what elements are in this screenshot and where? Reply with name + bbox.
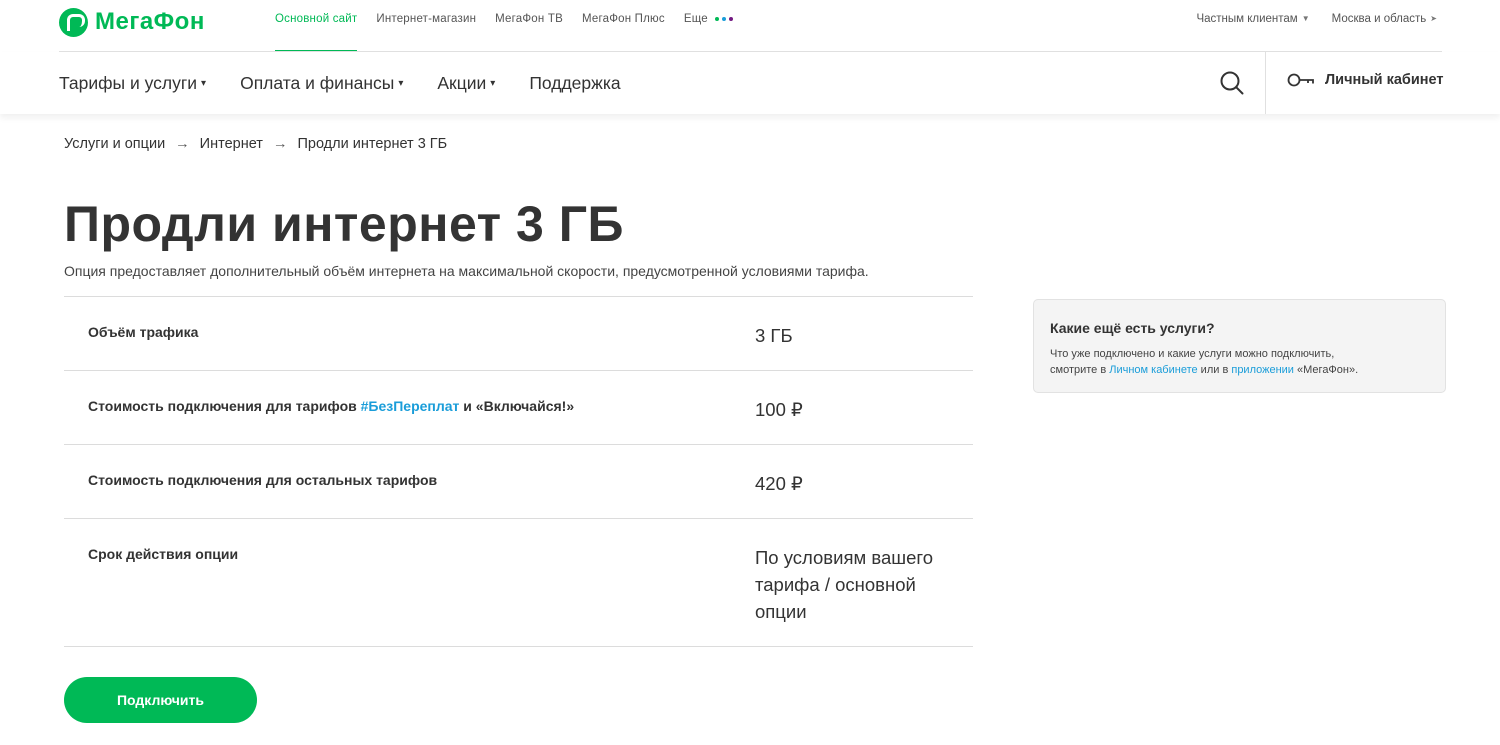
param-row-price-other: Стоимость подключения для остальных тари… — [64, 445, 973, 519]
main-menu: Тарифы и услуги ▾ Оплата и финансы ▾ Акции… — [59, 52, 621, 114]
tariff-link[interactable]: #БезПереплат — [361, 398, 460, 414]
site-nav-plus[interactable]: МегаФон Плюс — [582, 0, 665, 52]
arrow-right-icon: → — [272, 136, 288, 152]
menu-item-label: Поддержка — [529, 72, 621, 93]
dot-blue — [722, 16, 727, 21]
site-nav-main[interactable]: Основной сайт — [275, 0, 358, 52]
breadcrumb-item-internet[interactable]: Интернет — [200, 136, 263, 152]
connect-button[interactable]: Подключить — [64, 677, 257, 723]
option-params-table: Объём трафика 3 ГБ Стоимость подключения… — [64, 296, 973, 647]
dot-green — [715, 16, 720, 21]
param-row-validity: Срок действия опции По условиям вашего т… — [64, 519, 973, 647]
chevron-down-icon: ▼ — [1301, 14, 1310, 24]
menu-item-promotions[interactable]: Акции ▾ — [437, 73, 495, 94]
site-nav-more-label: Еще — [683, 13, 708, 25]
region-label: Москва и область — [1331, 13, 1427, 25]
param-row-price-special: Стоимость подключения для тарифов #БезПе… — [64, 371, 973, 445]
param-label: Стоимость подключения для тарифов #БезПе… — [88, 398, 574, 414]
logo-text: МегаФон — [95, 8, 205, 35]
location-arrow-icon: ➤ — [1430, 14, 1437, 24]
chevron-down-icon: ▾ — [398, 77, 404, 89]
card-text-part: или в — [1197, 364, 1232, 376]
client-type-label: Частным клиентам — [1196, 13, 1298, 25]
top-bar: МегаФон Основной сайт Интернет-магазин М… — [0, 0, 1500, 52]
card-text-part: Что уже подключено и какие услуги можно … — [1050, 348, 1335, 360]
menu-item-tariffs[interactable]: Тарифы и услуги ▾ — [59, 73, 206, 94]
param-label: Стоимость подключения для остальных тари… — [88, 472, 438, 488]
more-dots-icon — [715, 16, 734, 21]
param-value: 420 ₽ — [755, 473, 803, 494]
megafon-logo[interactable]: МегаФон — [59, 7, 205, 37]
card-text: Что уже подключено и какие услуги можно … — [1050, 346, 1429, 378]
menu-item-support[interactable]: Поддержка — [529, 73, 620, 94]
card-text-part: «МегаФон». — [1293, 364, 1359, 376]
param-label: Объём трафика — [88, 324, 199, 340]
breadcrumb-item-services[interactable]: Услуги и опции — [64, 136, 165, 152]
param-row-traffic: Объём трафика 3 ГБ — [64, 297, 973, 371]
param-label-text: и «Включайся!» — [459, 398, 575, 414]
search-icon — [1220, 71, 1244, 95]
param-label: Срок действия опции — [88, 546, 239, 562]
arrow-right-icon: → — [175, 136, 190, 152]
breadcrumb-item-current: Продли интернет 3 ГБ — [297, 136, 448, 152]
menu-item-payments[interactable]: Оплата и финансы ▾ — [240, 73, 403, 94]
client-type-dropdown[interactable]: Частным клиентам ▼ — [1196, 13, 1309, 25]
dot-purple — [729, 16, 734, 21]
site-nav-more[interactable]: Еще — [683, 0, 734, 52]
breadcrumb: Услуги и опции → Интернет → Продли интер… — [64, 136, 447, 152]
site-nav: Основной сайт Интернет-магазин МегаФон Т… — [275, 0, 752, 52]
site-nav-tv[interactable]: МегаФон ТВ — [495, 0, 563, 52]
app-link[interactable]: приложении — [1231, 364, 1294, 376]
personal-account-link[interactable]: Личный кабинет — [1287, 72, 1444, 88]
personal-account-label: Личный кабинет — [1325, 72, 1444, 88]
page-subtitle: Опция предоставляет дополнительный объём… — [64, 263, 869, 279]
megafon-logo-icon — [59, 7, 88, 37]
card-title: Какие ещё есть услуги? — [1050, 320, 1215, 336]
nav-divider — [1265, 52, 1266, 114]
card-text-part: смотрите в — [1050, 364, 1110, 376]
services-info-card: Какие ещё есть услуги? Что уже подключен… — [1033, 299, 1446, 393]
key-icon — [1287, 73, 1314, 87]
chevron-down-icon: ▾ — [490, 77, 496, 89]
personal-account-link-inline[interactable]: Личном кабинете — [1109, 364, 1197, 376]
search-button[interactable] — [1219, 70, 1245, 96]
site-nav-shop[interactable]: Интернет-магазин — [376, 0, 476, 52]
menu-item-label: Оплата и финансы — [240, 72, 395, 93]
param-value: 100 ₽ — [755, 399, 803, 420]
param-value: По условиям вашего тарифа / основной опц… — [755, 547, 934, 622]
chevron-down-icon: ▾ — [201, 77, 207, 89]
page-title: Продли интернет 3 ГБ — [64, 196, 624, 252]
region-dropdown[interactable]: Москва и область ➤ — [1332, 13, 1437, 25]
param-label-text: Стоимость подключения для тарифов — [88, 398, 361, 414]
menu-item-label: Акции — [437, 72, 487, 93]
main-nav: Тарифы и услуги ▾ Оплата и финансы ▾ Акции… — [0, 52, 1500, 114]
param-value: 3 ГБ — [755, 325, 793, 346]
top-right-controls: Частным клиентам ▼ Москва и область ➤ — [1196, 13, 1437, 25]
menu-item-label: Тарифы и услуги — [59, 72, 198, 93]
